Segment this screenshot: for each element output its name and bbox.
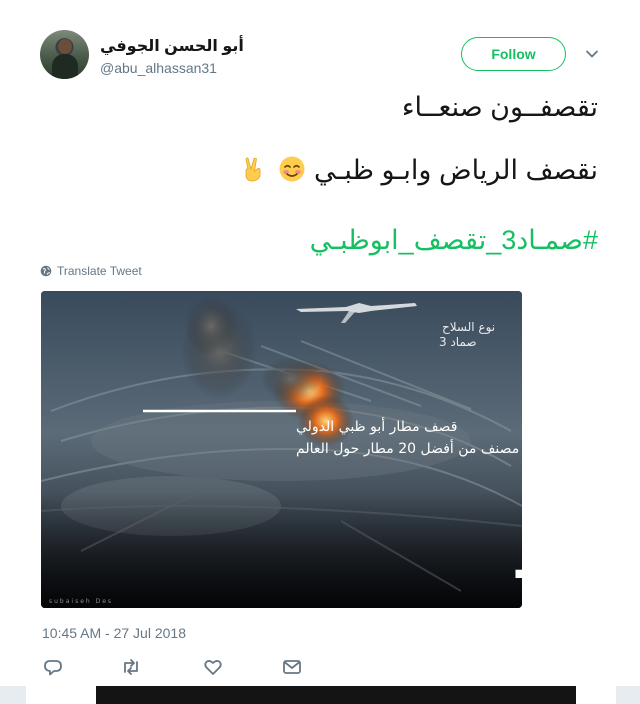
translate-tweet[interactable]: Translate Tweet [40, 264, 142, 278]
direct-message-icon[interactable] [281, 656, 303, 678]
next-tweet-media [96, 686, 576, 704]
avatar-figure-body [52, 54, 78, 79]
weapon-label-line-1: نوع السلاح [442, 320, 495, 335]
smiling-blush-emoji-icon [279, 156, 305, 182]
media-watermark: subaiseh Des [49, 598, 113, 605]
airport-strike-image: نوع السلاح صماد 3 قصف مطار أبو ظبي الدول… [41, 291, 522, 608]
screen-name[interactable]: @abu_alhassan31 [100, 60, 217, 76]
avatar-figure-head [58, 39, 72, 54]
globe-icon [40, 265, 52, 277]
tweet-media-image[interactable]: نوع السلاح صماد 3 قصف مطار أبو ظبي الدول… [41, 291, 522, 608]
follow-button[interactable]: Follow [461, 37, 566, 71]
media-caption-line-2: مصنف من أفضل 20 مطار حول العالم [296, 439, 519, 457]
reply-icon[interactable] [42, 656, 64, 678]
weapon-label-line-2: صماد 3 [439, 335, 477, 349]
hashtag-link[interactable]: #صمـاد3_تقصف_ابوظبـي [310, 225, 598, 256]
tweet-text-line-2-text: نقصف الرياض وابـو ظبـي [313, 155, 598, 185]
tweet-text-line-1: تقصفــون صنعــاء [401, 92, 598, 122]
tweet-timestamp[interactable]: 10:45 AM - 27 Jul 2018 [42, 625, 186, 641]
victory-hand-emoji-icon [245, 157, 261, 182]
tweet-text-line-2: نقصف الرياض وابـو ظبـي [235, 155, 598, 186]
tweet-card: أبو الحسن الجوفي @abu_alhassan31 Follow … [0, 0, 640, 690]
retweet-icon[interactable] [120, 656, 142, 678]
media-caption-line-1: قصف مطار أبو ظبي الدولي [296, 417, 457, 435]
tweet-actions [42, 656, 342, 678]
avatar[interactable] [40, 30, 89, 79]
translate-tweet-label: Translate Tweet [57, 264, 142, 278]
next-tweet-preview [0, 686, 640, 704]
display-name[interactable]: أبو الحسن الجوفي [100, 36, 244, 56]
chevron-down-icon[interactable] [584, 46, 600, 62]
like-icon[interactable] [202, 656, 224, 678]
media-slogan: والقادم أعظم .. [511, 534, 522, 589]
